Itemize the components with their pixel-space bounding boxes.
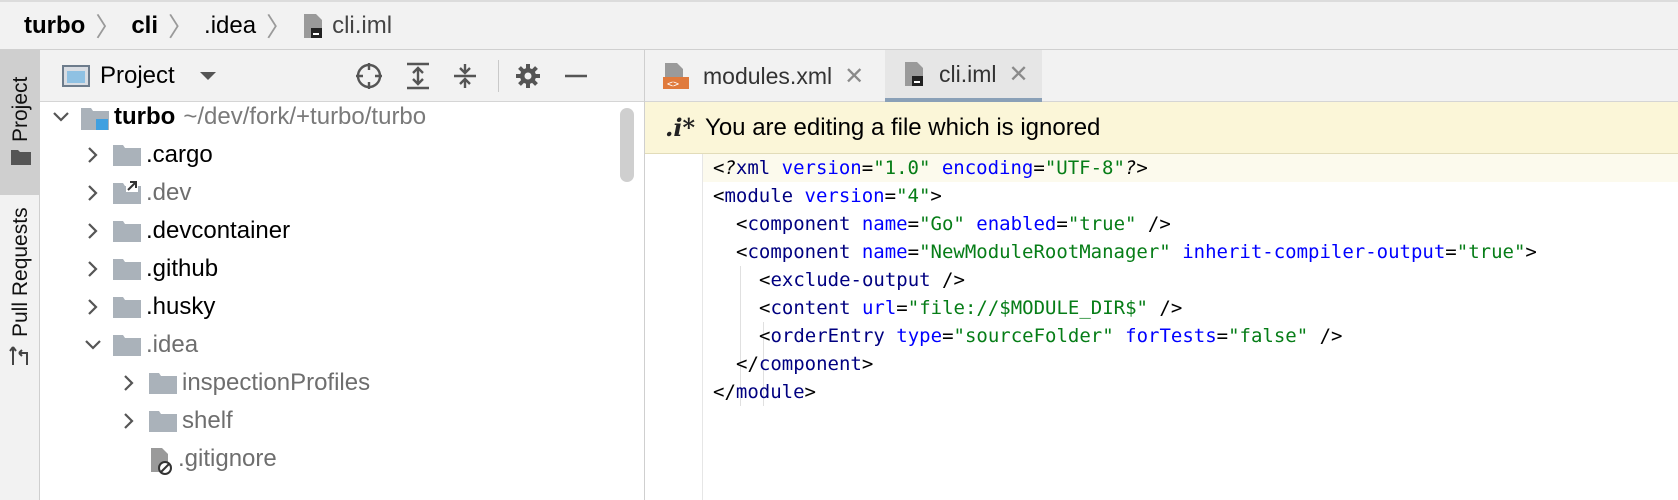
tree-item-path: ~/dev/fork/+turbo/turbo [183,103,427,130]
iml-file-icon [302,12,324,40]
project-panel: Project turbo ~/dev/fork/+turbo/turbo .c… [40,50,645,500]
chevron-down-icon[interactable] [199,70,217,82]
code-line: <exclude-output /> [759,269,965,291]
code-line: </module> [713,381,816,403]
tree-item-label: .github [146,255,219,282]
tree-item-label: inspectionProfiles [182,369,371,396]
scrollbar-thumb[interactable] [620,108,634,182]
tree-item-label: .devcontainer [146,217,291,244]
folder-icon [10,148,32,171]
tree-item-label: .gitignore [178,445,277,472]
folder-icon [148,409,178,433]
symlink-folder-icon [112,181,142,205]
breadcrumb-item-idea[interactable]: .idea [204,12,256,40]
code-editor[interactable]: <?xml version="1.0" encoding="UTF-8"?> <… [713,154,1537,406]
tree-item-label: shelf [182,407,233,434]
collapse-all-icon[interactable] [448,59,482,93]
tree-item[interactable]: .devcontainer [80,212,290,250]
ignored-file-icon: .i* [665,113,696,142]
breadcrumb-separator: 〉 [168,12,195,42]
breadcrumb-item-label: cli.iml [332,11,393,39]
chevron-right-icon[interactable] [116,412,142,430]
tree-item[interactable]: turbo ~/dev/fork/+turbo/turbo [48,98,426,136]
chevron-right-icon[interactable] [80,298,106,316]
tree-item[interactable]: .idea [80,326,198,364]
close-icon[interactable]: ✕ [1009,60,1029,89]
folder-icon [112,219,142,243]
code-line: <orderEntry type="sourceFolder" forTests… [759,325,1343,347]
chevron-down-icon[interactable] [48,111,74,123]
chevron-right-icon[interactable] [116,374,142,392]
pull-requests-tool-label: Pull Requests [9,207,32,337]
tree-item[interactable]: inspectionProfiles [116,364,370,402]
project-tool-button[interactable]: Project [0,50,40,195]
breadcrumb: turbo 〉 cli 〉 .idea 〉 cli.iml [0,0,1678,50]
editor-tabs: <> modules.xml ✕ cli.iml ✕ [645,50,1678,102]
code-line: <component name="NewModuleRootManager" i… [736,241,1537,263]
gear-icon[interactable] [511,59,545,93]
tree-item[interactable]: .github [80,250,218,288]
folder-icon [148,371,178,395]
tab-modules-xml[interactable]: <> modules.xml ✕ [663,50,864,102]
folder-icon [112,143,142,167]
chevron-right-icon[interactable] [80,260,106,278]
ignored-file-icon [148,447,174,475]
editor-gutter[interactable] [645,154,703,500]
tree-item-label: .idea [146,331,199,358]
tab-cli-iml[interactable]: cli.iml ✕ [885,50,1042,102]
chevron-right-icon[interactable] [80,146,106,164]
code-line: <?xml version="1.0" encoding="UTF-8"?> [713,157,1148,179]
project-panel-header: Project [40,50,644,102]
code-line: <component name="Go" enabled="true" /> [736,213,1171,235]
folder-icon [112,295,142,319]
breadcrumb-separator: 〉 [95,12,122,42]
svg-text:<>: <> [667,79,679,90]
hide-panel-icon[interactable] [559,59,593,93]
pull-request-icon [9,345,31,372]
chevron-right-icon[interactable] [80,222,106,240]
close-icon[interactable]: ✕ [844,62,864,91]
tree-item[interactable]: .husky [80,288,215,326]
breadcrumb-item-cli[interactable]: cli [131,12,158,40]
expand-all-icon[interactable] [401,59,435,93]
project-view-selector[interactable]: Project [100,62,175,90]
folder-icon [112,257,142,281]
xml-file-icon: <> [663,62,689,90]
tree-item[interactable]: .dev [80,174,191,212]
iml-file-icon [903,60,925,88]
code-line: </component> [736,353,874,375]
project-tool-label: Project [9,76,32,142]
tab-label: modules.xml [703,62,833,89]
tab-label: cli.iml [939,60,997,87]
breadcrumb-item-turbo[interactable]: turbo [24,12,85,40]
tool-window-strip: Project Pull Requests [0,50,40,500]
chevron-right-icon[interactable] [80,184,106,202]
tree-item-label: .cargo [146,141,213,168]
tree-item[interactable]: .gitignore [116,440,277,478]
ignored-file-notice: .i* You are editing a file which is igno… [645,102,1678,154]
module-folder-icon [80,105,110,130]
breadcrumb-separator: 〉 [266,12,293,42]
tree-item-label: turbo [114,103,176,130]
locate-file-icon[interactable] [352,59,386,93]
chevron-down-icon[interactable] [80,339,106,351]
tree-item[interactable]: .cargo [80,136,213,174]
code-line: <content url="file://$MODULE_DIR$" /> [759,297,1183,319]
tree-item-label: .dev [146,179,192,206]
project-view-icon [62,64,90,88]
tree-item-label: .husky [146,293,216,320]
code-line: <module version="4"> [713,185,942,207]
editor-area: <> modules.xml ✕ cli.iml ✕ .i* You are e… [645,50,1678,500]
header-divider [498,60,499,92]
pull-requests-tool-button[interactable]: Pull Requests [0,200,40,375]
notice-text: You are editing a file which is ignored [705,113,1101,141]
folder-icon [112,333,142,357]
breadcrumb-item-file[interactable]: cli.iml [302,12,392,40]
tree-item[interactable]: shelf [116,402,233,440]
